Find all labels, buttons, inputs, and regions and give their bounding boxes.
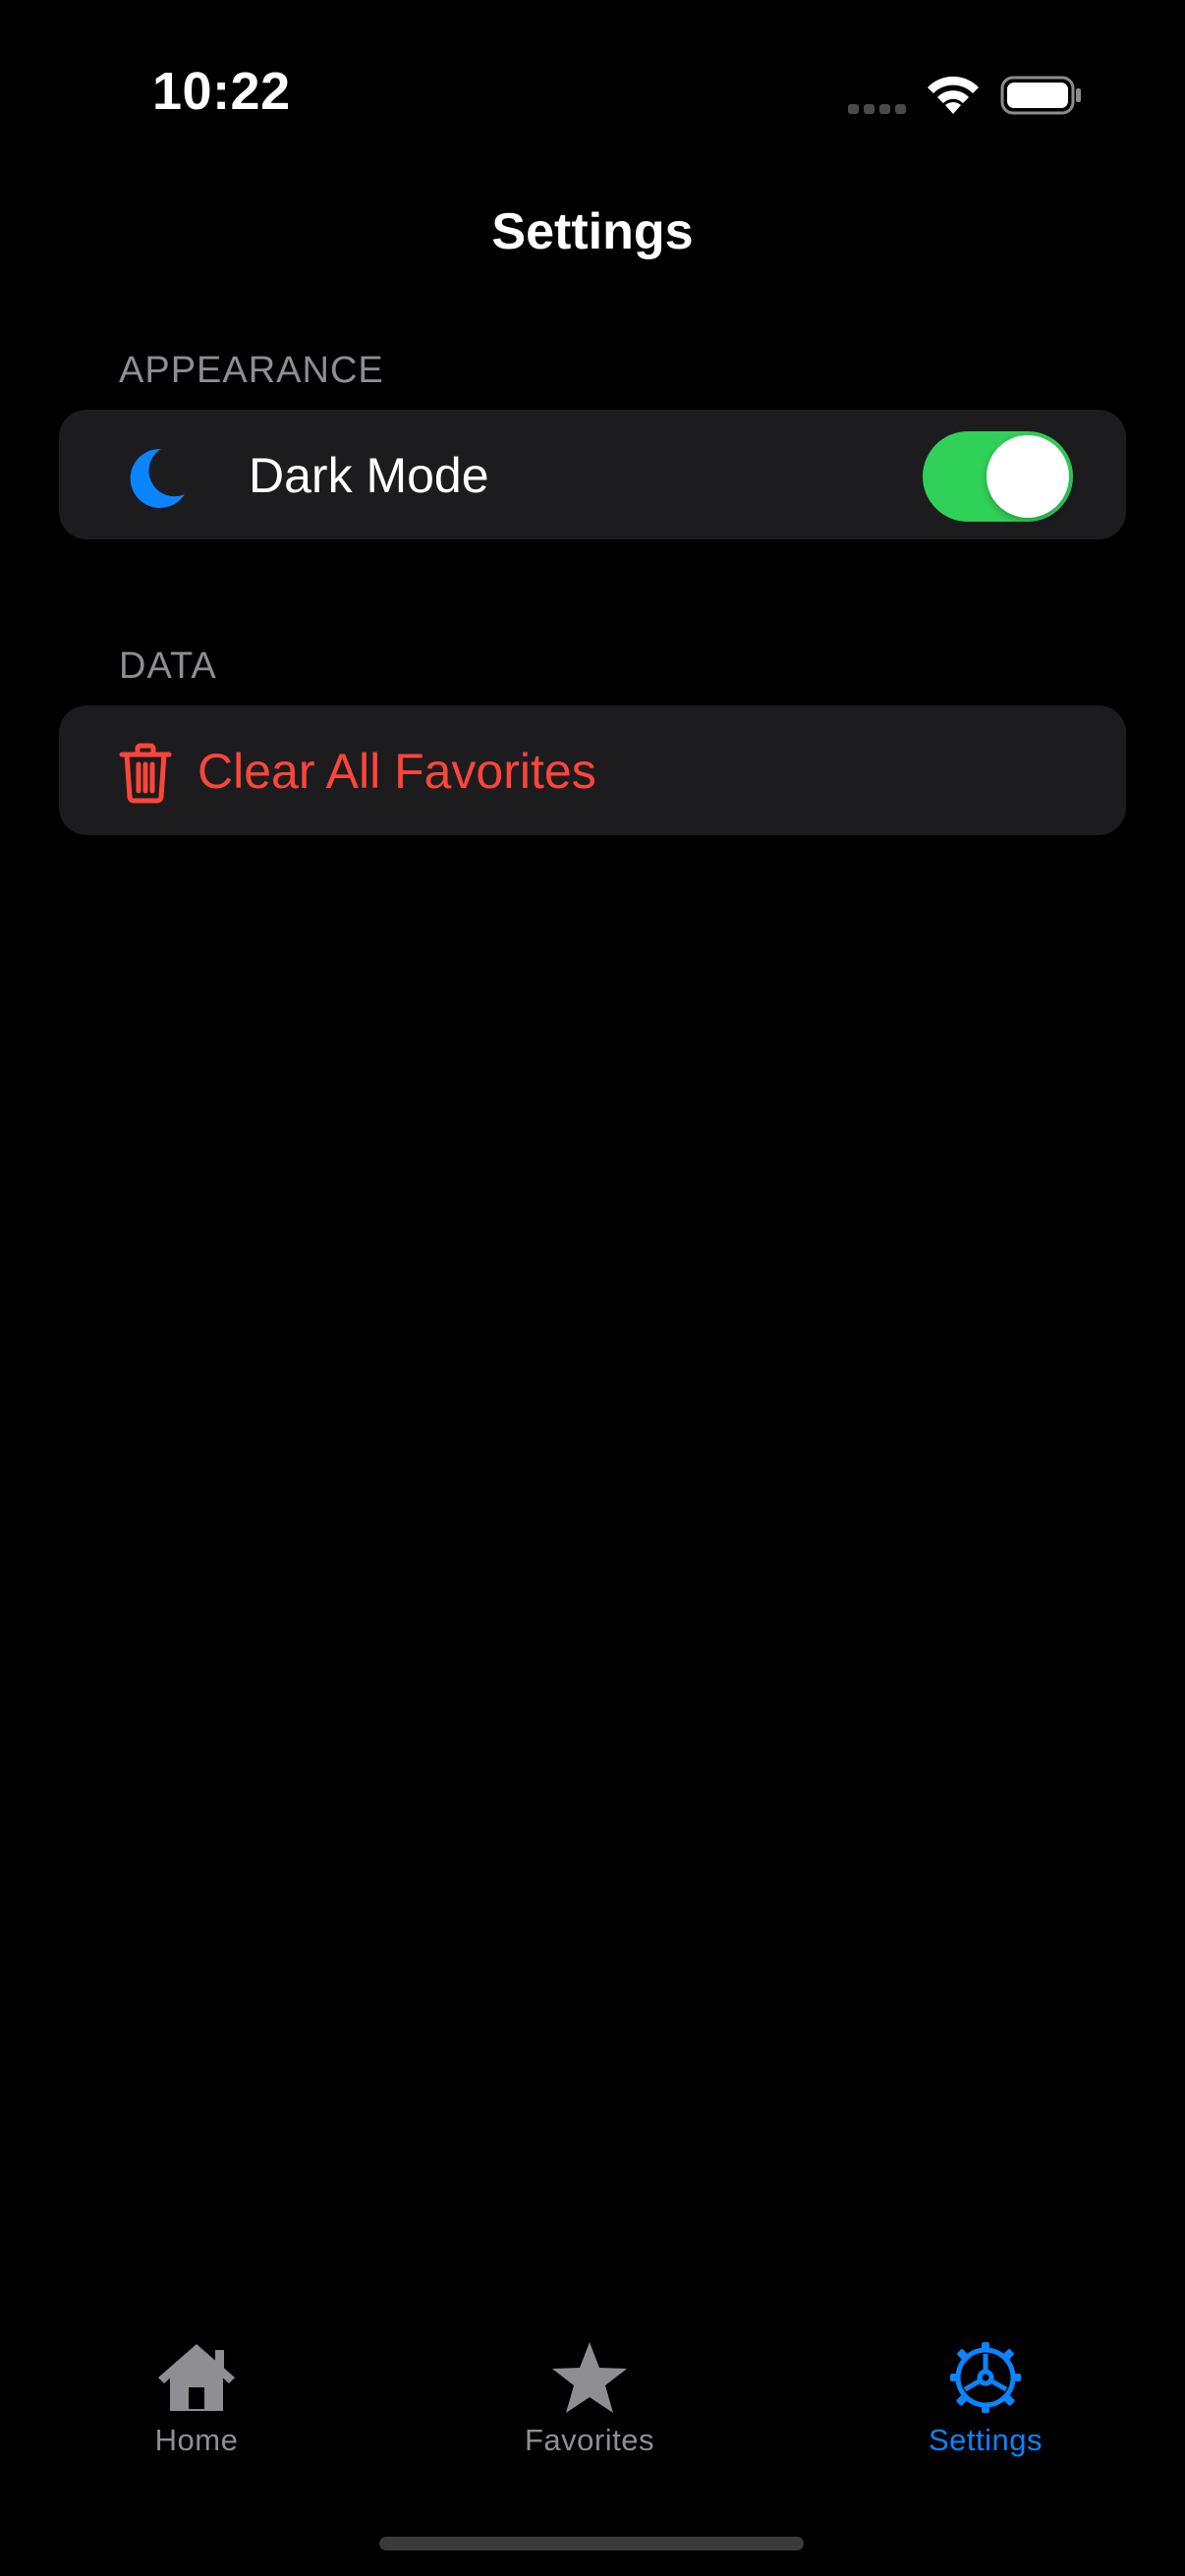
clear-favorites-label: Clear All Favorites	[198, 744, 596, 799]
moon-icon	[130, 448, 185, 508]
tab-settings[interactable]: Settings	[868, 2340, 1103, 2478]
tab-favorites[interactable]: Favorites	[472, 2340, 707, 2478]
signal-dots-icon	[848, 104, 906, 114]
tab-home-label: Home	[154, 2423, 239, 2457]
wifi-icon	[928, 76, 979, 114]
page-title: Settings	[491, 203, 694, 260]
tab-favorites-label: Favorites	[525, 2423, 654, 2457]
dark-mode-row[interactable]: Dark Mode	[59, 410, 1126, 539]
star-icon	[552, 2342, 627, 2413]
section-header-data: DATA	[119, 645, 217, 687]
status-time: 10:22	[152, 62, 291, 121]
tab-settings-label: Settings	[928, 2423, 1043, 2457]
dark-mode-toggle[interactable]	[923, 431, 1073, 522]
house-icon	[158, 2344, 235, 2411]
dark-mode-label: Dark Mode	[249, 448, 489, 503]
clear-favorites-button[interactable]: Clear All Favorites	[59, 705, 1126, 835]
battery-icon	[1000, 76, 1081, 115]
gear-icon	[950, 2342, 1021, 2413]
home-indicator[interactable]	[379, 2537, 804, 2550]
toggle-knob	[987, 435, 1069, 518]
section-header-appearance: APPEARANCE	[119, 350, 384, 391]
trash-icon	[119, 743, 172, 804]
tab-home[interactable]: Home	[79, 2340, 314, 2478]
